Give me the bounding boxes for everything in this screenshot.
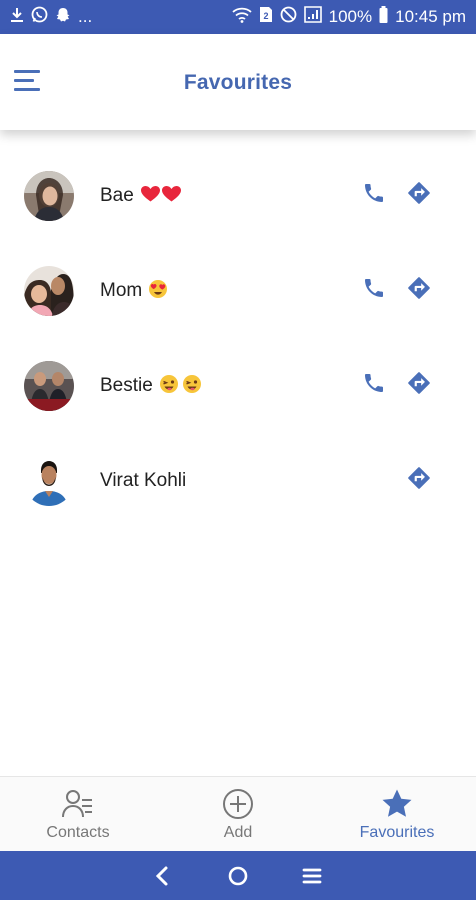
call-button[interactable] <box>359 181 389 211</box>
avatar <box>24 455 74 506</box>
favourite-row-bae[interactable]: Bae <box>0 148 476 243</box>
battery-percent: 100% <box>328 7 373 26</box>
directions-button[interactable] <box>404 371 434 401</box>
directions-icon <box>406 275 432 306</box>
whatsapp-icon <box>31 6 48 28</box>
sim-icon: 2 <box>259 6 273 28</box>
contact-name: Mom <box>100 279 168 302</box>
call-button[interactable] <box>359 371 389 401</box>
nav-contacts-label: Contacts <box>46 824 110 841</box>
nav-contacts[interactable]: Contacts <box>18 777 138 851</box>
status-bar: ... 2 100% 10:45 pm <box>0 0 476 34</box>
bottom-navigation: Contacts Add Favourites <box>0 776 476 851</box>
avatar <box>24 360 74 411</box>
phone-icon <box>362 181 386 210</box>
directions-button[interactable] <box>404 466 434 496</box>
contacts-icon <box>61 787 95 821</box>
app-bar: Favourites <box>0 34 476 130</box>
snapchat-icon <box>55 7 71 28</box>
signal-icon <box>303 6 322 28</box>
contact-name-text: Mom <box>100 279 143 301</box>
system-navigation-bar <box>0 851 476 900</box>
add-circle-icon <box>221 787 255 821</box>
nav-favourites[interactable]: Favourites <box>337 777 457 851</box>
call-button[interactable] <box>359 276 389 306</box>
phone-icon <box>362 276 386 305</box>
contact-emoji <box>148 279 168 302</box>
contact-name-text: Bestie <box>100 374 153 396</box>
favourite-row-bestie[interactable]: Bestie <box>0 338 476 433</box>
contact-name-text: Bae <box>100 184 134 206</box>
status-overflow: ... <box>78 7 93 26</box>
contact-name: Bae <box>100 185 182 207</box>
status-left: ... <box>10 6 92 28</box>
phone-icon <box>362 371 386 400</box>
do-not-disturb-icon <box>280 6 297 28</box>
download-icon <box>10 7 24 28</box>
battery-icon <box>379 6 388 28</box>
directions-icon <box>406 465 432 496</box>
contact-emoji <box>140 185 182 206</box>
contact-emoji <box>159 374 203 397</box>
wifi-icon <box>232 7 252 28</box>
star-icon <box>380 787 414 821</box>
directions-icon <box>406 180 432 211</box>
recents-menu-icon <box>299 868 325 893</box>
system-home-button[interactable] <box>225 863 251 889</box>
avatar <box>24 265 74 316</box>
page-title: Favourites <box>183 71 293 94</box>
svg-text:2: 2 <box>263 11 268 21</box>
nav-add[interactable]: Add <box>178 777 298 851</box>
directions-button[interactable] <box>404 181 434 211</box>
nav-add-label: Add <box>223 824 253 841</box>
favourite-row-mom[interactable]: Mom <box>0 243 476 338</box>
system-back-button[interactable] <box>150 863 176 889</box>
system-recents-button[interactable] <box>299 863 325 889</box>
home-circle-icon <box>225 866 251 893</box>
status-right: 2 100% 10:45 pm <box>232 6 466 28</box>
directions-button[interactable] <box>404 276 434 306</box>
contact-name-text: Virat Kohli <box>100 469 187 491</box>
directions-icon <box>406 370 432 401</box>
nav-favourites-label: Favourites <box>359 824 435 841</box>
contact-name: Virat Kohli <box>100 470 186 492</box>
favourites-list: Bae Mom Bestie Virat Kohli <box>0 148 476 528</box>
status-time: 10:45 pm <box>395 7 466 26</box>
contact-name: Bestie <box>100 374 203 397</box>
back-chevron-icon <box>150 866 176 893</box>
avatar <box>24 170 74 221</box>
favourite-row-virat-kohli[interactable]: Virat Kohli <box>0 433 476 528</box>
